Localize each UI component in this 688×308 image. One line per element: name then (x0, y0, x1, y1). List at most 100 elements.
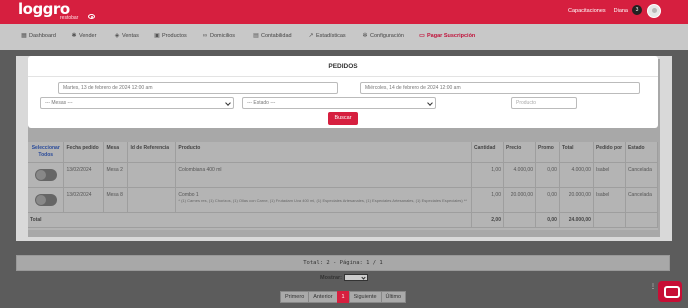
cart-icon: ✱ (71, 32, 77, 39)
cell-mesa: Mesa 2 (103, 162, 129, 188)
nav-pagar-suscripcion[interactable]: ▭ Pagar Suscripción (419, 32, 476, 40)
nav-contabilidad[interactable]: ▤ Contabilidad (253, 33, 292, 40)
col-producto: Producto (175, 142, 473, 163)
cell-pedido-por: Isabel (593, 162, 626, 188)
top-links: Capacitaciones Diana (568, 8, 628, 14)
producto-input[interactable]: Producto (511, 97, 577, 109)
cell-mesa: Mesa 8 (103, 187, 129, 213)
nav-domicilios[interactable]: ∞ Domicilios (202, 32, 236, 40)
chevron-down-icon (225, 100, 231, 106)
mesa-select[interactable]: --- Mesas --- (40, 97, 234, 109)
nav-label: Contabilidad (261, 33, 292, 39)
nav-label: Dashboard (29, 33, 56, 39)
card-icon: ▭ (419, 32, 425, 39)
cell-estado: Cancelada (625, 187, 659, 213)
select-toggle[interactable] (34, 169, 57, 181)
nav-ventas[interactable]: ◈ Ventas (114, 32, 139, 40)
cell-cantidad: 1,00 (471, 187, 504, 213)
page-next-button[interactable]: Siguiente (348, 291, 382, 303)
bike-icon: ∞ (202, 32, 208, 39)
chat-icon[interactable] (658, 281, 682, 302)
date-from-input[interactable]: Martes, 13 de febrero de 2024 12:00 am (58, 82, 338, 94)
cell-total: 4.000,00 (559, 162, 594, 188)
nav-label: Productos (162, 33, 187, 39)
dashboard-icon: ▦ (21, 32, 27, 39)
gear-icon: ✻ (362, 32, 368, 39)
user-name-link[interactable]: Diana (614, 8, 628, 14)
notification-badge[interactable]: 3 (632, 5, 642, 15)
cell-fecha: 13/02/2024 (63, 187, 105, 213)
nav-label: Vender (79, 33, 97, 39)
col-fecha: Fecha pedido (63, 142, 105, 163)
select-toggle[interactable] (34, 194, 57, 206)
nav-vender[interactable]: ✱ Vender (71, 32, 97, 40)
table-header-row: Seleccionar Todos Fecha pedido Mesa Id d… (28, 142, 659, 163)
cell-producto: Colombiana 400 ml (175, 162, 473, 188)
chevron-down-icon (427, 100, 433, 106)
total-label: Total (28, 212, 473, 228)
orders-table: Seleccionar Todos Fecha pedido Mesa Id d… (28, 142, 659, 230)
table-row: 13/02/2024 Mesa 2 Colombiana 400 ml 1,00… (28, 162, 659, 188)
nav-label: Ventas (122, 33, 139, 39)
nav-estadisticas[interactable]: ↗ Estadísticas (308, 32, 346, 40)
col-precio: Precio (503, 142, 536, 163)
cell-referencia (127, 162, 177, 188)
total-row: Total 2,00 0,00 24.000,00 (28, 212, 659, 228)
capacitaciones-link[interactable]: Capacitaciones (568, 8, 606, 14)
modal-divider (28, 76, 658, 77)
total-promo: 0,00 (535, 212, 560, 228)
cell-fecha: 13/02/2024 (63, 162, 105, 188)
table-row: 13/02/2024 Mesa 8 Combo 1 * (1) Carnes r… (28, 187, 659, 213)
modal-title: PEDIDOS (328, 63, 358, 70)
avatar[interactable] (647, 4, 661, 18)
nav-dashboard[interactable]: ▦ Dashboard (21, 32, 56, 40)
eye-icon[interactable] (88, 14, 95, 19)
mostrar-label: Mostrar: (320, 274, 343, 281)
col-total: Total (559, 142, 594, 163)
tag-icon: ◈ (114, 32, 120, 39)
pager-info: Total: 2 - Página: 1 / 1 (16, 255, 670, 271)
page-prev-button[interactable]: Anterior (308, 291, 338, 303)
logo-subtitle: restobar (60, 15, 79, 21)
nav-productos[interactable]: ▣ Productos (154, 32, 187, 40)
nav-label: Configuración (370, 33, 404, 39)
buscar-button[interactable]: Buscar (328, 112, 358, 125)
cell-pedido-por: Isabel (593, 187, 626, 213)
col-estado: Estado (625, 142, 659, 163)
page-size-select[interactable] (344, 274, 369, 281)
nav-label: Estadísticas (316, 33, 346, 39)
page-last-button[interactable]: Último (380, 291, 407, 303)
nav-label: Pagar Suscripción (427, 33, 476, 39)
main-nav: ▦ Dashboard ✱ Vender ◈ Ventas ▣ Productos ∞ D… (0, 24, 688, 50)
estado-select-value: --- Estado --- (247, 100, 276, 106)
select-all-header[interactable]: Seleccionar Todos (28, 142, 65, 163)
dots-icon[interactable]: ⋮⋮ (650, 284, 662, 299)
col-pedido-por: Pedido por (593, 142, 626, 163)
product-detail: * (1) Carnes res, (1) Chorizos, (1) Olla… (178, 198, 467, 203)
total-cantidad: 2,00 (471, 212, 504, 228)
cell-referencia (127, 187, 177, 213)
nav-label: Domicilios (210, 33, 236, 39)
pedidos-modal: PEDIDOS Martes, 13 de febrero de 2024 12… (28, 56, 658, 128)
top-header: loggro restobar Capacitaciones Diana 3 (0, 0, 688, 24)
cell-cantidad: 1,00 (471, 162, 504, 188)
cell-total: 20.000,00 (559, 187, 594, 213)
page-first-button[interactable]: Primero (280, 291, 310, 303)
cell-precio: 4.000,00 (503, 162, 536, 188)
box-icon: ▣ (154, 32, 160, 39)
col-mesa: Mesa (103, 142, 129, 163)
cell-promo: 0,00 (535, 187, 560, 213)
cell-precio: 20.000,00 (503, 187, 536, 213)
estado-select[interactable]: --- Estado --- (242, 97, 436, 109)
total-total: 24.000,00 (559, 212, 594, 228)
chart-icon: ↗ (308, 32, 314, 39)
col-referencia: Id de Referencia (127, 142, 177, 163)
cell-estado: Cancelada (625, 162, 659, 188)
nav-configuracion[interactable]: ✻ Configuración (362, 32, 404, 40)
logo[interactable]: loggro (18, 2, 70, 17)
mesa-select-value: --- Mesas --- (45, 100, 73, 106)
col-cantidad: Cantidad (471, 142, 504, 163)
date-to-input[interactable]: Miércoles, 14 de febrero de 2024 12:00 a… (360, 82, 640, 94)
pagination: Primero Anterior 1 Siguiente Último (280, 291, 407, 303)
cell-producto: Combo 1 * (1) Carnes res, (1) Chorizos, … (175, 187, 473, 213)
